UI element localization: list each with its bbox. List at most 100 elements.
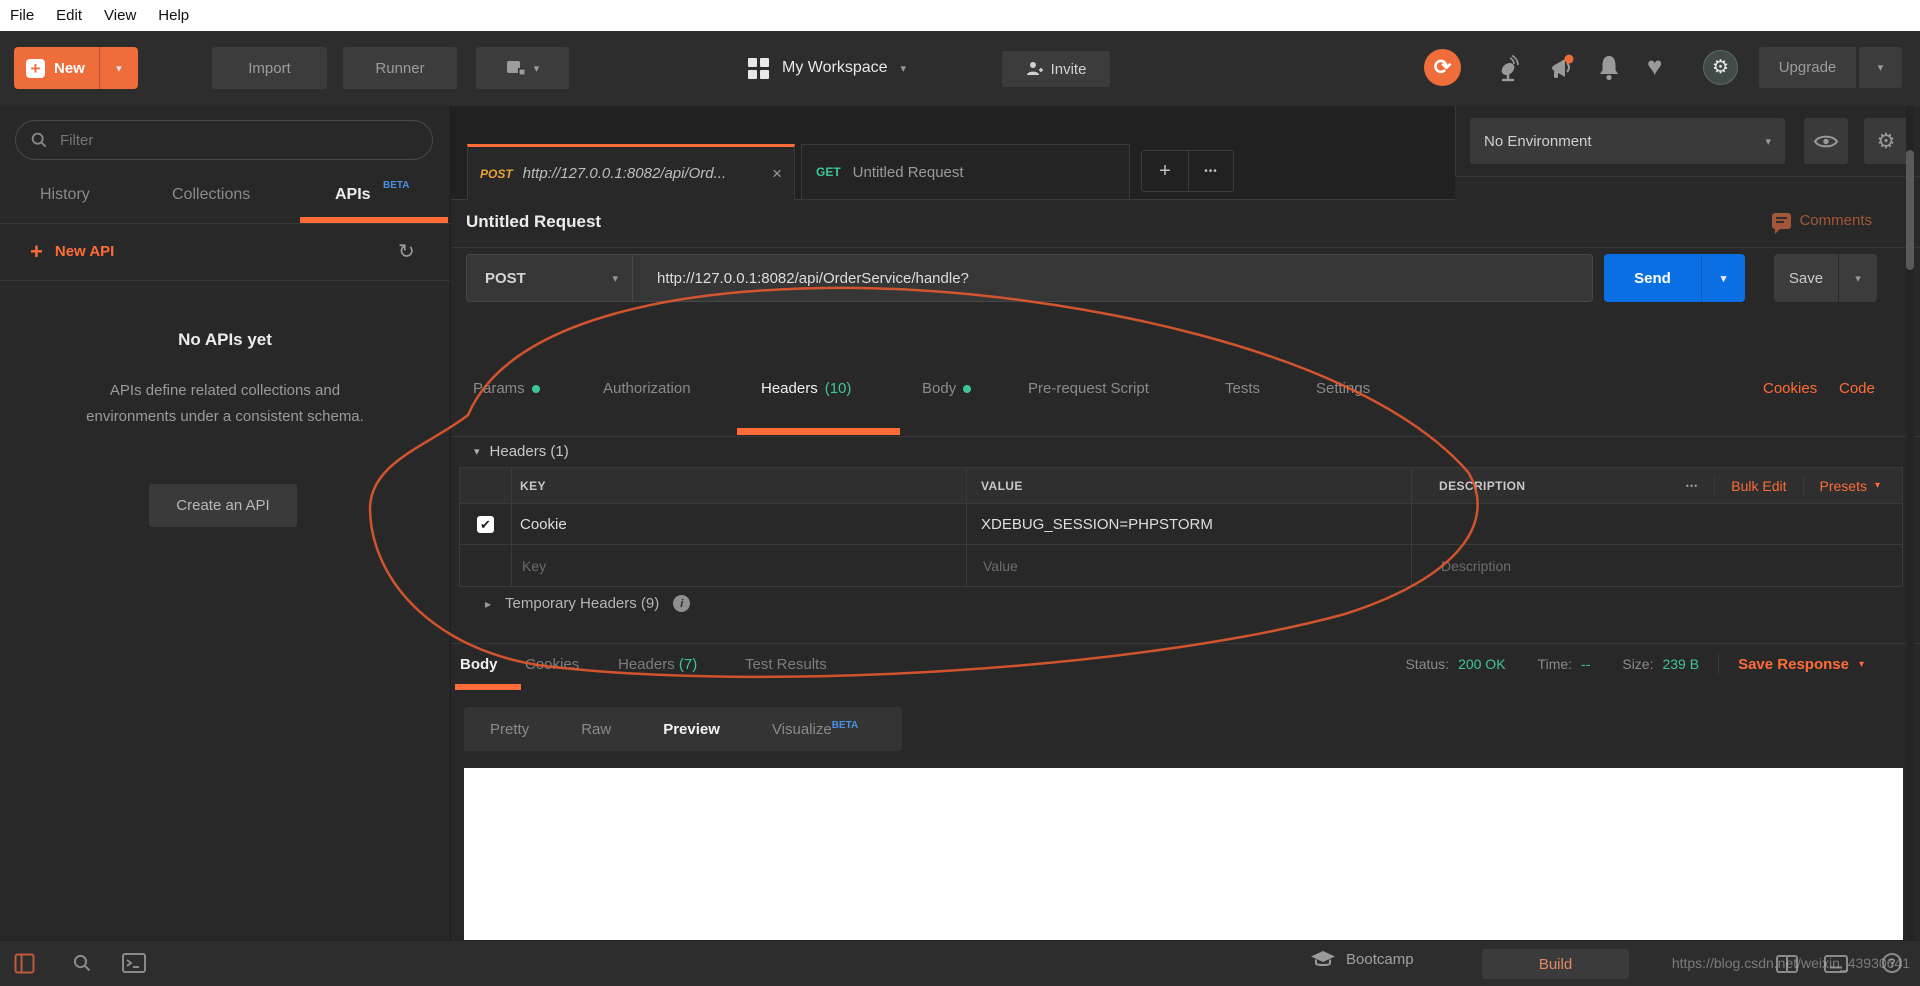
empty-desc-text: APIs define related collections and envi… bbox=[86, 382, 364, 425]
response-tab-body[interactable]: Body bbox=[460, 656, 498, 673]
runner-button[interactable]: Runner bbox=[343, 47, 457, 89]
key-input[interactable] bbox=[520, 556, 926, 575]
import-button[interactable]: Import bbox=[212, 47, 327, 89]
menu-edit[interactable]: Edit bbox=[56, 7, 92, 24]
refresh-icon[interactable]: ↻ bbox=[398, 239, 415, 264]
view-tab-preview[interactable]: Preview bbox=[663, 721, 720, 738]
response-tab-cookies[interactable]: Cookies bbox=[525, 656, 579, 673]
view-tab-pretty[interactable]: Pretty bbox=[490, 721, 529, 738]
info-icon[interactable]: i bbox=[673, 595, 691, 612]
watermark: https://blog.csdn.net/weixin_43930641 bbox=[1671, 955, 1910, 971]
heart-icon[interactable]: ♥ bbox=[1647, 53, 1662, 80]
tab-tests[interactable]: Tests bbox=[1225, 380, 1260, 397]
url-builder: POST ▾ bbox=[466, 254, 1593, 302]
checkbox-checked[interactable]: ✔ bbox=[477, 515, 494, 533]
bootcamp-button[interactable]: Bootcamp bbox=[1310, 949, 1414, 969]
description-input[interactable] bbox=[1439, 556, 1860, 575]
environment-settings-button[interactable]: ⚙ bbox=[1864, 118, 1908, 164]
chevron-down-icon: ▾ bbox=[1877, 62, 1884, 74]
tab-authorization[interactable]: Authorization bbox=[603, 380, 691, 397]
response-tab-test-results[interactable]: Test Results bbox=[745, 656, 827, 673]
save-dropdown-button[interactable]: ▾ bbox=[1838, 254, 1877, 302]
headers-count: (7) bbox=[678, 656, 698, 673]
temporary-headers-toggle[interactable]: ▸ Temporary Headers (9) i bbox=[485, 595, 691, 612]
send-button[interactable]: Send bbox=[1604, 254, 1701, 302]
value-cell[interactable]: XDEBUG_SESSION=PHPSTORM bbox=[967, 504, 1412, 544]
environment-select[interactable]: No Environment ▾ bbox=[1470, 118, 1785, 164]
method-select[interactable]: POST ▾ bbox=[467, 255, 633, 301]
create-api-button[interactable]: Create an API bbox=[149, 484, 297, 527]
sidebar-toggle-icon[interactable] bbox=[14, 953, 35, 979]
sync-status-icon[interactable]: ⟳ bbox=[1424, 49, 1461, 86]
tab-settings[interactable]: Settings bbox=[1316, 380, 1370, 397]
tab-label: Visualize bbox=[771, 721, 832, 738]
close-icon[interactable]: × bbox=[772, 164, 782, 184]
method-badge-get: GET bbox=[816, 165, 841, 179]
send-dropdown-button[interactable]: ▾ bbox=[1701, 254, 1745, 302]
build-button[interactable]: Build bbox=[1482, 949, 1629, 979]
save-response-button[interactable]: Save Response ▾ bbox=[1738, 656, 1864, 673]
tab-prerequest-script[interactable]: Pre-request Script bbox=[1028, 380, 1149, 397]
sidebar-tab-history[interactable]: History bbox=[40, 186, 90, 204]
new-button[interactable]: + New bbox=[14, 47, 99, 89]
comments-button[interactable]: Comments bbox=[1772, 212, 1872, 234]
invite-person-icon bbox=[1026, 62, 1043, 75]
save-button[interactable]: Save bbox=[1774, 254, 1838, 302]
presets-label: Presets bbox=[1819, 477, 1867, 494]
settings-gear-icon[interactable]: ⚙ bbox=[1703, 50, 1738, 85]
workspace-switcher[interactable]: My Workspace ▾ bbox=[748, 47, 906, 89]
environment-preview-button[interactable] bbox=[1804, 118, 1848, 164]
new-dropdown-button[interactable]: ▾ bbox=[98, 47, 138, 89]
send-button-group: Send ▾ bbox=[1604, 254, 1745, 302]
description-cell[interactable] bbox=[1412, 504, 1902, 544]
description-cell bbox=[1412, 545, 1902, 586]
sidebar-tab-collections[interactable]: Collections bbox=[172, 186, 250, 204]
build-label: Build bbox=[1538, 955, 1573, 973]
api-network-icon[interactable] bbox=[1498, 54, 1524, 88]
green-dot bbox=[963, 384, 972, 393]
tab-get-request[interactable]: GET Untitled Request bbox=[801, 144, 1130, 200]
menu-file[interactable]: File bbox=[10, 7, 44, 24]
upgrade-dropdown-button[interactable]: ▾ bbox=[1858, 47, 1902, 88]
url-input[interactable] bbox=[633, 255, 1592, 301]
divider bbox=[1455, 176, 1920, 177]
menu-view[interactable]: View bbox=[104, 7, 146, 24]
view-tab-raw[interactable]: Raw bbox=[581, 721, 611, 738]
cookies-link[interactable]: Cookies bbox=[1763, 380, 1817, 397]
notifications-bell-icon[interactable] bbox=[1597, 54, 1621, 87]
value-input[interactable] bbox=[981, 556, 1372, 575]
col-label: DESCRIPTION bbox=[1439, 478, 1526, 493]
new-window-button[interactable]: ▾ bbox=[476, 47, 569, 89]
tab-params[interactable]: Params bbox=[473, 380, 540, 397]
tab-options-button[interactable]: ••• bbox=[1189, 151, 1233, 191]
headers-section-toggle[interactable]: ▾ Headers (1) bbox=[474, 443, 569, 460]
tab-body[interactable]: Body bbox=[922, 380, 972, 397]
presets-dropdown[interactable]: Presets ▾ bbox=[1820, 478, 1881, 494]
upgrade-button[interactable]: Upgrade bbox=[1759, 47, 1856, 88]
find-icon[interactable] bbox=[72, 953, 92, 978]
announcement-icon[interactable] bbox=[1548, 53, 1576, 88]
sidebar-tab-apis[interactable]: APIs bbox=[335, 186, 371, 204]
more-options-icon[interactable]: ••• bbox=[1686, 481, 1698, 491]
eye-icon bbox=[1814, 135, 1838, 147]
open-new-tab-button[interactable]: + bbox=[1142, 151, 1189, 191]
key-cell[interactable]: Cookie bbox=[512, 504, 967, 544]
headers-section-label: Headers (1) bbox=[489, 443, 569, 460]
menu-help[interactable]: Help bbox=[158, 7, 199, 24]
code-link[interactable]: Code bbox=[1839, 380, 1875, 397]
save-label: Save bbox=[1788, 269, 1824, 287]
filter-input[interactable] bbox=[58, 130, 392, 150]
bulk-edit-link[interactable]: Bulk Edit bbox=[1731, 478, 1786, 494]
new-api-row[interactable]: + New API ↻ bbox=[0, 223, 450, 281]
invite-button[interactable]: Invite bbox=[1002, 51, 1110, 87]
heart-glyph: ♥ bbox=[1647, 51, 1663, 81]
tab-post-request[interactable]: POST http://127.0.0.1:8082/api/Ord... × bbox=[467, 144, 795, 200]
console-icon[interactable] bbox=[122, 953, 146, 978]
time-value: -- bbox=[1581, 656, 1591, 672]
window-plus-icon bbox=[506, 60, 525, 75]
plus-icon: + bbox=[30, 238, 43, 264]
scrollbar-thumb[interactable] bbox=[1906, 150, 1914, 270]
view-tab-visualize[interactable]: VisualizeBETA bbox=[772, 720, 858, 738]
response-tab-headers[interactable]: Headers (7) bbox=[618, 656, 697, 673]
tab-headers[interactable]: Headers (10) bbox=[761, 380, 851, 397]
